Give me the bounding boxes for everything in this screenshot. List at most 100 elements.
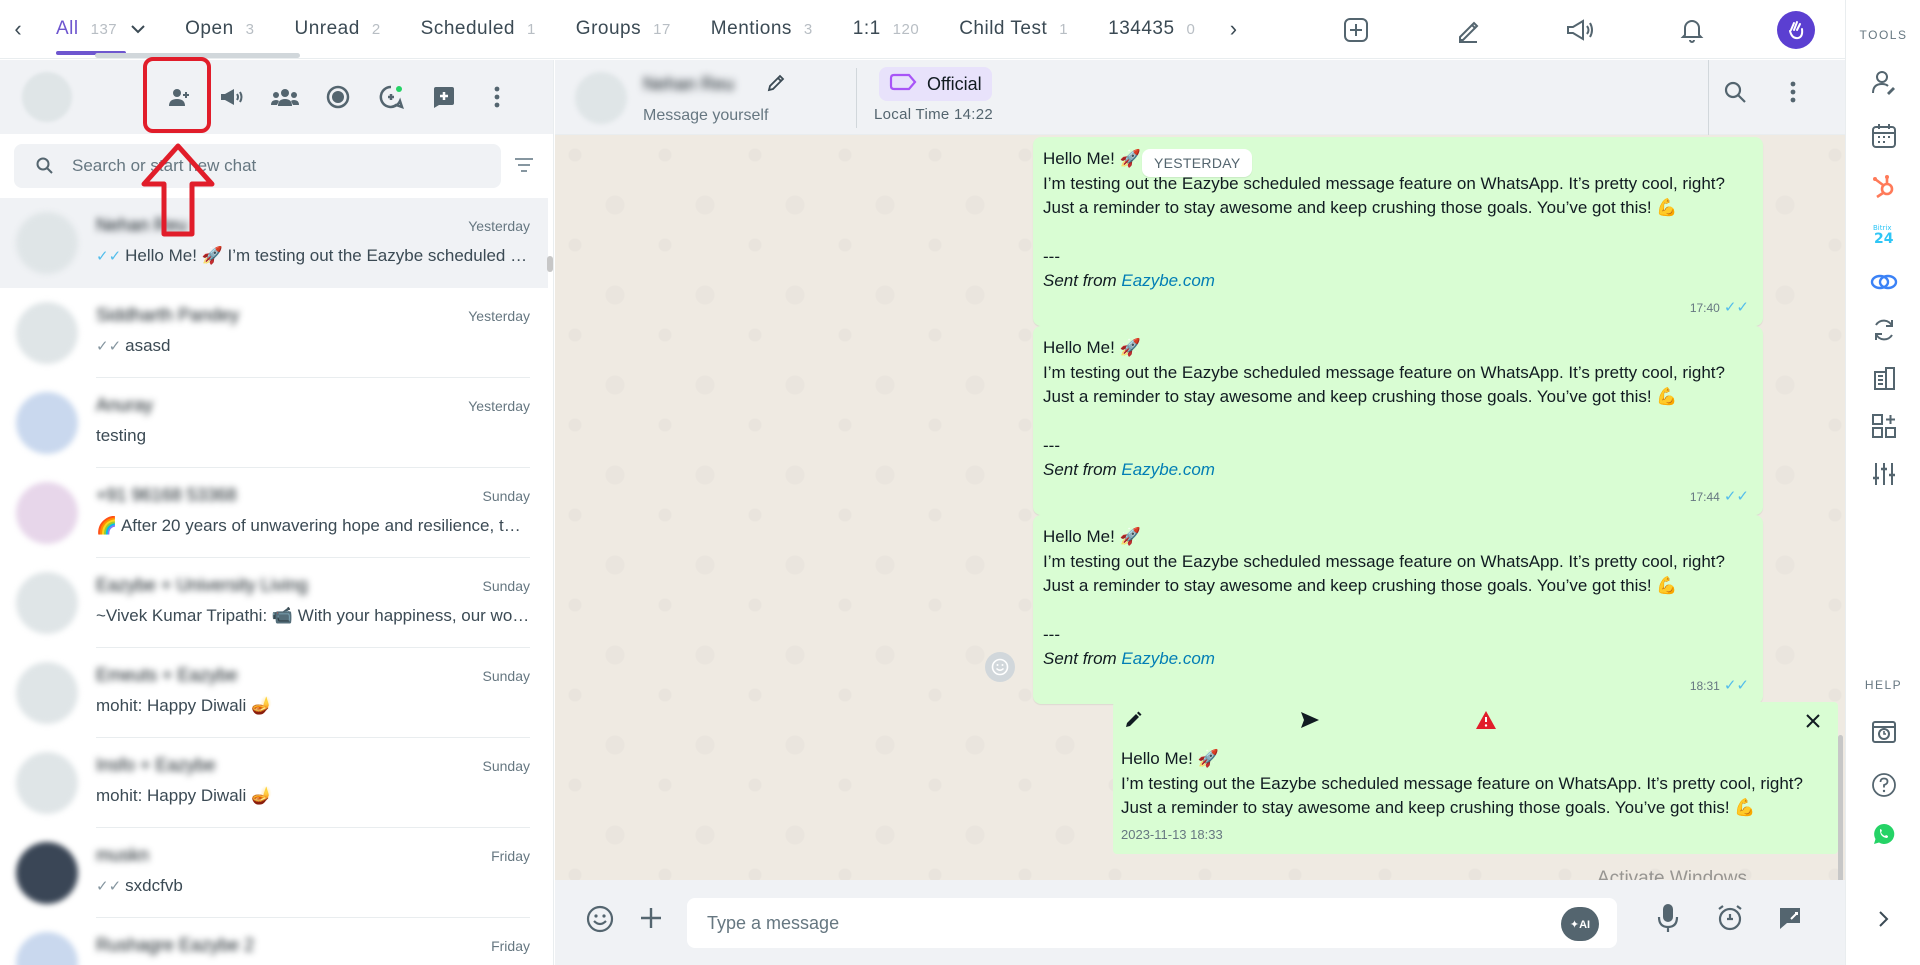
filter-tabs: All 137 Open 3 Unread 2 Scheduled 1 Grou…: [36, 0, 1251, 59]
message-line: I’m testing out the Eazybe scheduled mes…: [1121, 773, 1803, 793]
broadcast-icon[interactable]: [205, 74, 258, 120]
edit-icon[interactable]: [1123, 710, 1143, 738]
tab-one-to-one[interactable]: 1:1 120: [833, 0, 939, 59]
message-line: ---: [1043, 435, 1060, 455]
chat-time: Yesterday: [468, 398, 530, 414]
tab-scheduled[interactable]: Scheduled 1: [401, 0, 556, 59]
megaphone-icon[interactable]: [1524, 0, 1636, 59]
send-icon[interactable]: [1299, 710, 1321, 738]
message-line: Just a reminder to stay awesome and keep…: [1043, 198, 1678, 217]
ai-button[interactable]: ✦AI: [1561, 907, 1599, 941]
sent-from-label: Sent from: [1043, 271, 1122, 290]
filter-icon[interactable]: [513, 156, 535, 179]
contact-name[interactable]: Nehan Reu: [643, 74, 734, 95]
more-options-icon[interactable]: [470, 74, 523, 120]
search-row: [0, 134, 553, 198]
windows-watermark: Activate Windows: [1597, 868, 1747, 880]
schedule-alarm-icon[interactable]: [1715, 903, 1745, 938]
pencil-icon[interactable]: [1412, 0, 1524, 59]
edit-icon[interactable]: [765, 72, 787, 99]
list-item[interactable]: Insfo + Eazybe Sunday mohit: Happy Diwal…: [0, 738, 548, 828]
more-options-icon[interactable]: [1790, 80, 1796, 109]
double-check-icon: ✓✓: [1723, 676, 1749, 694]
search-input[interactable]: [72, 156, 452, 176]
whatsapp-icon[interactable]: [1868, 818, 1900, 850]
tab-134435[interactable]: 134435 0: [1088, 0, 1215, 59]
tab-unread[interactable]: Unread 2: [274, 0, 400, 59]
sliders-icon[interactable]: [1868, 458, 1900, 490]
link-icon[interactable]: [1868, 266, 1900, 298]
list-item[interactable]: +91 96168 53368 Sunday 🌈 After 20 years …: [0, 468, 548, 558]
tab-label: Child Test: [959, 18, 1048, 39]
chat-list-header: [0, 60, 553, 134]
status-icon[interactable]: [311, 74, 364, 120]
messages-scrollbar[interactable]: [1838, 735, 1843, 880]
tab-child-test[interactable]: Child Test 1: [939, 0, 1088, 59]
tab-count: 3: [803, 20, 813, 38]
message-input[interactable]: [687, 898, 1617, 948]
list-item[interactable]: Emeuts + Eazybe Sunday mohit: Happy Diwa…: [0, 648, 548, 738]
warning-icon[interactable]: [1475, 710, 1497, 738]
new-chat-icon[interactable]: [1300, 0, 1412, 59]
calendar-icon[interactable]: [1868, 120, 1900, 152]
tab-open[interactable]: Open 3: [165, 0, 274, 59]
avatar[interactable]: [22, 72, 72, 122]
avatar: [16, 302, 78, 364]
new-chat-icon[interactable]: [417, 74, 470, 120]
list-item[interactable]: muskn Friday ✓✓ sxdcfvb: [0, 828, 548, 918]
search-icon[interactable]: [1723, 80, 1747, 109]
chat-list-scrollbar[interactable]: [547, 256, 553, 272]
chat-time: Friday: [491, 848, 530, 864]
emoji-icon[interactable]: [585, 904, 615, 939]
tab-groups[interactable]: Groups 17: [556, 0, 691, 59]
list-item[interactable]: Nehan Reu Yesterday ✓✓ Hello Me! 🚀 I’m te…: [0, 198, 548, 288]
chevron-down-icon[interactable]: [131, 21, 145, 37]
add-contact-icon[interactable]: [152, 74, 205, 120]
tabs-scroll-right-icon[interactable]: ›: [1215, 0, 1251, 59]
tabs-scrollbar[interactable]: [95, 53, 300, 58]
quick-reply-icon[interactable]: [1777, 905, 1803, 936]
eazybe-link[interactable]: Eazybe.com: [1121, 271, 1215, 290]
message-line: Hello Me! 🚀: [1121, 749, 1219, 768]
tab-label: 1:1: [852, 18, 881, 39]
badge-label: Official: [927, 73, 982, 94]
message-bubble[interactable]: Hello Me! 🚀 I’m testing out the Eazybe s…: [1033, 326, 1763, 515]
history-icon[interactable]: [1868, 716, 1900, 748]
add-widget-icon[interactable]: [1868, 410, 1900, 442]
attach-plus-icon[interactable]: [639, 906, 663, 935]
help-title: HELP: [1864, 678, 1903, 692]
contact-profile-icon[interactable]: [1868, 66, 1900, 98]
channels-icon[interactable]: [364, 74, 417, 120]
bitrix24-icon[interactable]: Bitrix 24: [1868, 218, 1900, 250]
avatar[interactable]: [575, 72, 627, 124]
list-item[interactable]: Siddharth Pandey Yesterday ✓✓ asasd: [0, 288, 548, 378]
tab-count: 120: [892, 20, 920, 38]
tab-mentions[interactable]: Mentions 3: [691, 0, 833, 59]
list-item[interactable]: Eazybe + University Living Sunday ~Vivek…: [0, 558, 548, 648]
sync-icon[interactable]: [1868, 314, 1900, 346]
list-item[interactable]: Rushagre Eazybe 2 Friday: [0, 918, 548, 965]
tag-icon: [889, 73, 917, 96]
close-icon[interactable]: [1805, 712, 1821, 737]
tab-label: Open: [185, 18, 234, 39]
emoji-react-icon[interactable]: [985, 652, 1015, 682]
communities-icon[interactable]: [258, 74, 311, 120]
help-icon[interactable]: [1868, 769, 1900, 801]
eazybe-link[interactable]: Eazybe.com: [1121, 649, 1215, 668]
tabs-scroll-left-icon[interactable]: ‹: [0, 0, 36, 59]
list-item[interactable]: Anuray Yesterday testing: [0, 378, 548, 468]
bell-icon[interactable]: [1636, 0, 1748, 59]
tab-count: 17: [653, 20, 671, 38]
tab-all[interactable]: All 137: [36, 0, 165, 59]
official-badge[interactable]: Official: [879, 67, 992, 101]
microphone-icon[interactable]: [1657, 902, 1679, 939]
hubspot-icon[interactable]: [1868, 170, 1900, 202]
chat-preview: sxdcfvb: [125, 876, 183, 895]
chevron-right-icon[interactable]: [1868, 903, 1900, 935]
building-icon[interactable]: [1868, 362, 1900, 394]
tools-sidebar: TOOLS Bitrix 24 HELP: [1845, 0, 1920, 965]
message-bubble[interactable]: Hello Me! 🚀 I’m testing out the Eazybe s…: [1033, 515, 1763, 704]
eazybe-link[interactable]: Eazybe.com: [1121, 460, 1215, 479]
profile-avatar[interactable]: [1777, 11, 1815, 49]
local-time: Local Time 14:22: [874, 106, 994, 123]
